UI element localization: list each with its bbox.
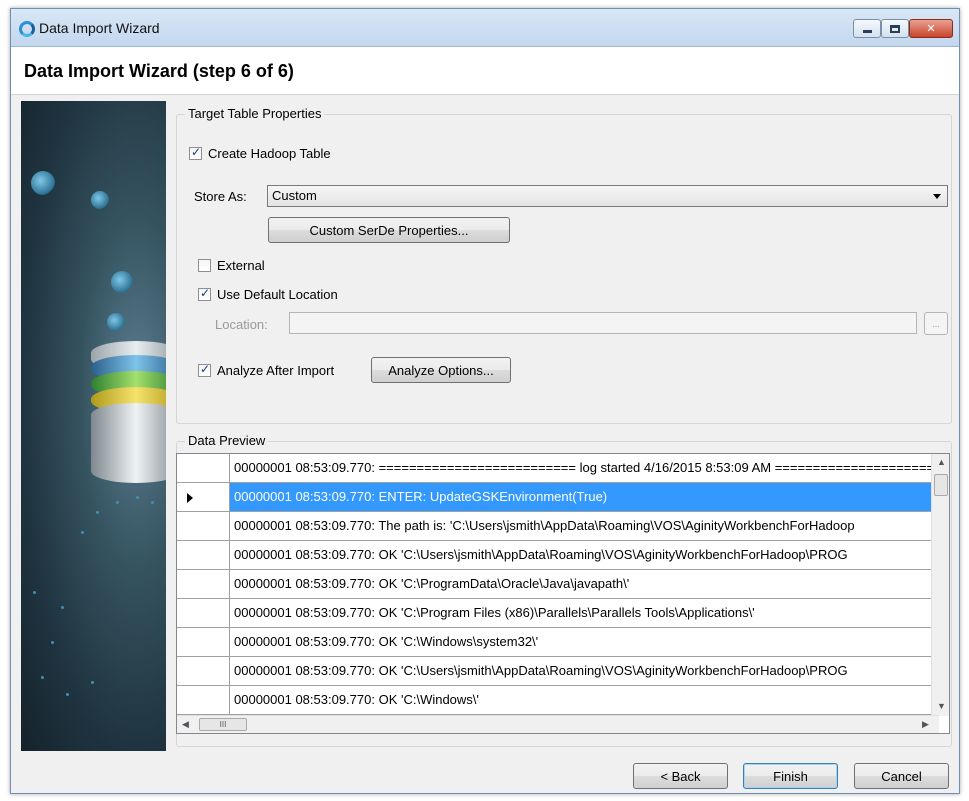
- table-cell[interactable]: 00000001 08:53:09.770: OK 'C:\Program Fi…: [230, 599, 937, 627]
- window-title: Data Import Wizard: [39, 20, 160, 36]
- browse-location-button[interactable]: ...: [924, 312, 948, 335]
- checkbox-box[interactable]: [198, 286, 211, 301]
- row-header[interactable]: [177, 686, 230, 714]
- row-header[interactable]: [177, 570, 230, 598]
- external-checkbox[interactable]: External: [198, 258, 265, 273]
- wizard-header: Data Import Wizard (step 6 of 6): [11, 47, 959, 95]
- table-row[interactable]: 00000001 08:53:09.770: OK 'C:\ProgramDat…: [177, 570, 937, 599]
- database-icon: [91, 341, 166, 501]
- page-title: Data Import Wizard (step 6 of 6): [24, 61, 294, 81]
- checkbox-label: Create Hadoop Table: [208, 146, 331, 161]
- close-button[interactable]: ✕: [909, 19, 953, 38]
- wizard-window: Data Import Wizard ✕ Data Import Wizard …: [10, 8, 960, 794]
- vertical-scrollbar[interactable]: ▲ ▼: [931, 454, 949, 716]
- checkbox-box[interactable]: [198, 259, 211, 272]
- checkbox-box[interactable]: [189, 145, 202, 160]
- location-input[interactable]: [289, 312, 917, 334]
- table-cell[interactable]: 00000001 08:53:09.770: OK 'C:\Users\jsmi…: [230, 541, 937, 569]
- group-label: Data Preview: [185, 433, 269, 448]
- table-row[interactable]: 00000001 08:53:09.770: OK 'C:\Users\jsmi…: [177, 541, 937, 570]
- scroll-up-icon[interactable]: ▲: [937, 457, 946, 467]
- maximize-button[interactable]: [881, 19, 909, 38]
- table-cell[interactable]: 00000001 08:53:09.770: OK 'C:\Windows\': [230, 686, 937, 714]
- scroll-right-icon[interactable]: ▶: [922, 719, 929, 730]
- store-as-label: Store As:: [194, 189, 247, 204]
- create-hadoop-table-checkbox[interactable]: Create Hadoop Table: [189, 145, 331, 161]
- table-row[interactable]: 00000001 08:53:09.770: OK 'C:\Windows\': [177, 686, 937, 715]
- table-cell[interactable]: 00000001 08:53:09.770: OK 'C:\Windows\sy…: [230, 628, 937, 656]
- row-header[interactable]: [177, 454, 230, 482]
- row-header[interactable]: [177, 512, 230, 540]
- use-default-location-checkbox[interactable]: Use Default Location: [198, 286, 338, 302]
- horizontal-scrollbar[interactable]: ◀ III ▶: [177, 715, 939, 733]
- checkbox-box[interactable]: [198, 362, 211, 377]
- minimize-button[interactable]: [853, 19, 881, 38]
- horizontal-scroll-thumb[interactable]: III: [199, 718, 247, 731]
- table-row[interactable]: 00000001 08:53:09.770: OK 'C:\Users\jsmi…: [177, 657, 937, 686]
- app-logo-icon: [19, 21, 35, 37]
- finish-button[interactable]: Finish: [743, 763, 838, 789]
- checkbox-label: Use Default Location: [217, 287, 338, 302]
- table-cell[interactable]: 00000001 08:53:09.770: ENTER: UpdateGSKE…: [230, 483, 937, 511]
- table-cell[interactable]: 00000001 08:53:09.770: OK 'C:\Users\jsmi…: [230, 657, 937, 685]
- current-row-indicator-icon: [187, 493, 193, 503]
- table-row[interactable]: 00000001 08:53:09.770: =================…: [177, 454, 937, 483]
- data-preview-grid[interactable]: 00000001 08:53:09.770: =================…: [176, 453, 950, 734]
- analyze-after-import-checkbox[interactable]: Analyze After Import: [198, 362, 335, 378]
- scroll-left-icon[interactable]: ◀: [182, 719, 189, 730]
- table-cell[interactable]: 00000001 08:53:09.770: OK 'C:\ProgramDat…: [230, 570, 937, 598]
- vertical-scroll-thumb[interactable]: [934, 474, 948, 496]
- minimize-icon: [862, 30, 872, 33]
- title-bar[interactable]: Data Import Wizard ✕: [11, 9, 959, 47]
- back-button[interactable]: < Back: [633, 763, 728, 789]
- maximize-icon: [890, 24, 900, 33]
- table-row[interactable]: 00000001 08:53:09.770: OK 'C:\Windows\sy…: [177, 628, 937, 657]
- row-header[interactable]: [177, 628, 230, 656]
- location-label: Location:: [215, 317, 268, 332]
- row-header[interactable]: [177, 657, 230, 685]
- wizard-side-image: [21, 101, 166, 751]
- chevron-down-icon: [933, 194, 941, 199]
- close-icon: ✕: [926, 23, 936, 35]
- store-as-select[interactable]: Custom: [267, 185, 948, 207]
- group-label: Target Table Properties: [185, 106, 325, 121]
- store-as-value: Custom: [272, 188, 317, 203]
- analyze-options-button[interactable]: Analyze Options...: [371, 357, 511, 383]
- table-row[interactable]: 00000001 08:53:09.770: ENTER: UpdateGSKE…: [177, 483, 937, 512]
- checkbox-label: External: [217, 258, 265, 273]
- checkbox-label: Analyze After Import: [217, 363, 335, 378]
- row-header[interactable]: [177, 541, 230, 569]
- scroll-down-icon[interactable]: ▼: [937, 701, 946, 711]
- table-row[interactable]: 00000001 08:53:09.770: The path is: 'C:\…: [177, 512, 937, 541]
- table-cell[interactable]: 00000001 08:53:09.770: The path is: 'C:\…: [230, 512, 937, 540]
- table-cell[interactable]: 00000001 08:53:09.770: =================…: [230, 454, 937, 482]
- cancel-button[interactable]: Cancel: [854, 763, 949, 789]
- table-row[interactable]: 00000001 08:53:09.770: OK 'C:\Program Fi…: [177, 599, 937, 628]
- row-header[interactable]: [177, 599, 230, 627]
- row-header[interactable]: [177, 483, 230, 511]
- custom-serde-properties-button[interactable]: Custom SerDe Properties...: [268, 217, 510, 243]
